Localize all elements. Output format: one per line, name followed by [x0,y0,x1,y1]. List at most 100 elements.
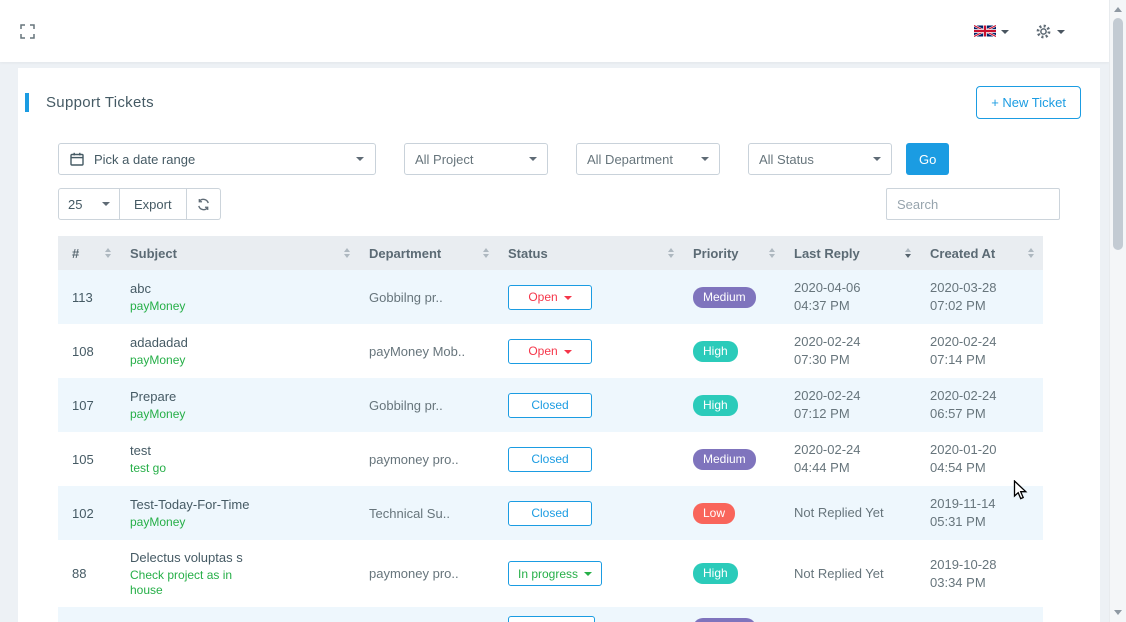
status-cell: Answered [498,607,683,622]
export-button[interactable]: Export [120,188,187,220]
settings-menu[interactable] [1035,23,1065,40]
ticket-subject-link[interactable]: abc [130,280,349,297]
refresh-button[interactable] [187,188,221,220]
created-at-line: 07:02 PM [930,297,1033,315]
priority-badge: High [693,341,738,362]
project-filter[interactable]: All Project [404,143,548,175]
ticket-subject-link[interactable]: Prepare [130,388,349,405]
sort-down-arrow [483,254,489,258]
ticket-subject-cell: Test-Today-For-TimepayMoney [120,486,359,540]
ticket-subject-link[interactable]: adadadad [130,334,349,351]
status-label: Closed [531,506,568,520]
status-dropdown-button[interactable]: Answered [508,616,595,622]
scrollbar[interactable] [1109,0,1126,622]
caret-down-icon [564,350,572,354]
sort-up-arrow [344,248,350,252]
column-header-last_reply[interactable]: Last Reply [784,236,920,270]
sort-icon [483,247,489,259]
column-header-priority[interactable]: Priority [683,236,784,270]
sort-icon [105,247,111,259]
ticket-row: 88Delectus voluptas sCheck project as in… [58,540,1043,607]
scroll-down-arrow-icon[interactable] [1114,610,1122,615]
status-label: Open [528,344,557,358]
last-reply-cell: 2020-02-2407:30 PM [784,324,920,378]
language-selector[interactable] [974,24,1009,38]
scroll-up-arrow-icon[interactable] [1114,7,1122,12]
status-cell: Closed [498,432,683,486]
status-filter[interactable]: All Status [748,143,892,175]
ticket-subject-cell: abcpayMoney [120,270,359,324]
ticket-project-label: Check project as in house [130,568,250,598]
status-label: In progress [518,567,578,581]
status-label: Closed [531,452,568,466]
column-header-created_at[interactable]: Created At [920,236,1043,270]
department-filter[interactable]: All Department [576,143,720,175]
created-at-line: 04:54 PM [930,459,1033,477]
table-toolbar: 25 Export [18,188,1100,220]
chevron-down-icon [1057,30,1065,34]
tickets-tbody: 113abcpayMoneyGobbilng pr..OpenMedium202… [58,270,1043,622]
created-at-cell: 2020-03-2807:02 PM [920,270,1043,324]
column-header-subject[interactable]: Subject [120,236,359,270]
ticket-project-label: payMoney [130,353,250,368]
created-at-cell: 2020-02-2407:14 PM [920,324,1043,378]
card-header: Support Tickets + New Ticket [18,68,1100,134]
search-input[interactable] [886,188,1060,220]
column-header-department[interactable]: Department [359,236,498,270]
status-dropdown-button[interactable]: Closed [508,393,592,418]
chevron-down-icon [873,157,881,161]
status-dropdown-button[interactable]: Closed [508,447,592,472]
caret-down-icon [584,572,592,576]
sort-up-arrow [769,248,775,252]
refresh-icon [197,198,210,211]
column-header-id[interactable]: # [58,236,120,270]
last-reply-line: 04:37 PM [794,297,910,315]
status-label: Open [528,290,557,304]
department-cell: Gobbilng pr.. [359,378,498,432]
sort-up-arrow [905,248,911,252]
table-header-row: #SubjectDepartmentStatus Priority Last Rep… [58,236,1043,270]
last-reply-line: Not Replied Yet [794,504,910,522]
status-dropdown-button[interactable]: Closed [508,501,592,526]
page-size-select[interactable]: 25 [58,188,120,220]
title-accent-bar [25,93,29,112]
department-cell: Gobbilng pr.. [359,270,498,324]
last-reply-cell: 2020-02-2407:12 PM [784,378,920,432]
new-ticket-button[interactable]: + New Ticket [976,86,1081,119]
ticket-id-cell: 107 [58,378,120,432]
status-filter-value: All Status [759,152,814,167]
chevron-down-icon [1001,30,1009,34]
scrollbar-thumb[interactable] [1113,18,1123,250]
created-at-line: 06:57 PM [930,405,1033,423]
ticket-subject-link[interactable]: test [130,442,349,459]
ticket-project-label: payMoney [130,407,250,422]
last-reply-cell: Not Replied Yet [784,540,920,607]
go-button[interactable]: Go [906,143,949,175]
ticket-row: 74Test customerTechnical Su..AnsweredMed… [58,607,1043,622]
column-label: Priority [693,246,739,261]
status-dropdown-button[interactable]: Open [508,339,592,364]
column-header-status[interactable]: Status [498,236,683,270]
last-reply-line: 2020-04-06 [794,279,910,297]
status-cell: Open [498,324,683,378]
date-range-picker[interactable]: Pick a date range [58,143,376,175]
calendar-icon [70,152,84,166]
status-dropdown-button[interactable]: Open [508,285,592,310]
project-filter-value: All Project [415,152,474,167]
tickets-table: #SubjectDepartmentStatus Priority Last Rep… [58,236,1043,622]
status-dropdown-button[interactable]: In progress [508,561,602,586]
created-at-line: 2019-11-14 [930,495,1033,513]
column-label: Last Reply [794,246,860,261]
sort-down-arrow [344,254,350,258]
department-cell: Technical Su.. [359,486,498,540]
created-at-cell: 2019-10-2803:34 PM [920,540,1043,607]
sort-up-arrow [1028,248,1034,252]
ticket-subject-link[interactable]: Delectus voluptas s [130,549,349,566]
ticket-subject-cell: Prepare payMoney [120,378,359,432]
priority-badge: Medium [693,449,756,470]
ticket-subject-link[interactable]: Test-Today-For-Time [130,496,349,513]
chevron-down-icon [529,157,537,161]
created-at-line: 07:14 PM [930,351,1033,369]
priority-badge: Medium [693,287,756,308]
fullscreen-icon[interactable] [20,24,35,39]
